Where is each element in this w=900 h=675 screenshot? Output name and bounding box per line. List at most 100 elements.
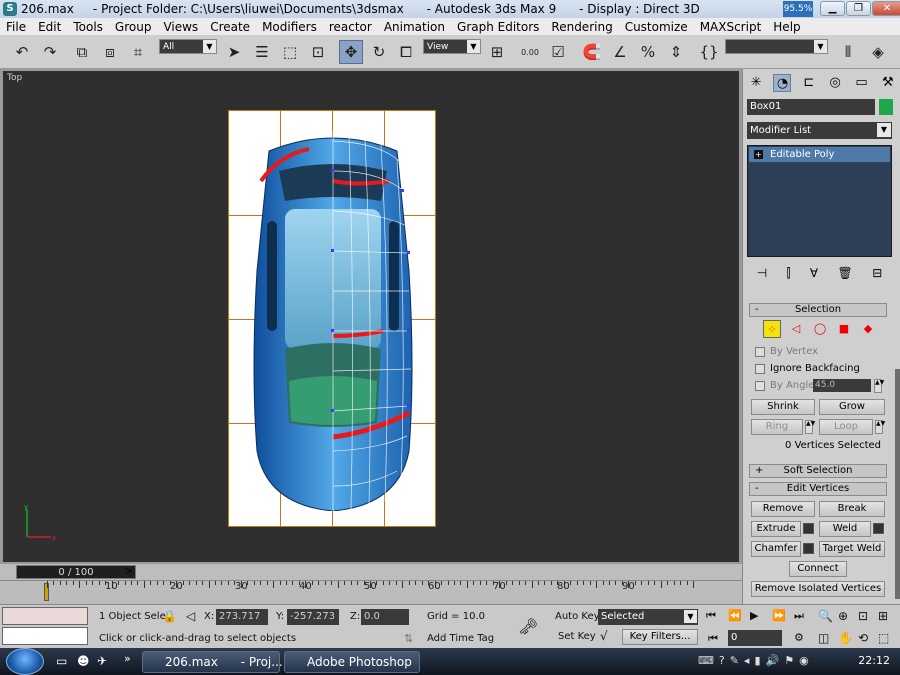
time-slider-handle[interactable]: 0 / 100 xyxy=(16,565,136,579)
next-frame-arrow[interactable]: > xyxy=(122,565,136,579)
reference-coord-dropdown[interactable]: View ▼ xyxy=(423,39,481,54)
modify-tab-icon[interactable]: ◔ xyxy=(773,74,792,92)
pan-icon[interactable]: ✋ xyxy=(838,631,853,645)
shrink-button[interactable]: Shrink xyxy=(751,399,815,415)
time-slider[interactable]: 0 / 100 > xyxy=(0,564,742,580)
expand-icon[interactable]: + xyxy=(754,150,763,159)
menu-group[interactable]: Group xyxy=(109,20,158,34)
make-unique-icon[interactable]: ∀ xyxy=(810,266,818,280)
set-key-button[interactable]: Set Key xyxy=(558,631,596,642)
selection-rollout-header[interactable]: - Selection xyxy=(749,303,887,317)
edge-level-icon[interactable]: ◁ xyxy=(787,320,805,338)
bind-space-warp-icon[interactable]: ⌗ xyxy=(126,40,150,64)
time-config-icon[interactable]: ⚙ xyxy=(794,631,804,644)
menu-help[interactable]: Help xyxy=(767,20,806,34)
snaps-toggle-icon[interactable]: 🧲 xyxy=(580,40,604,64)
menu-graph-editors[interactable]: Graph Editors xyxy=(451,20,545,34)
by-angle-checkbox[interactable]: By Angle: xyxy=(755,380,818,391)
more-quicklaunch-icon[interactable]: » xyxy=(124,652,131,665)
undo-icon[interactable]: ↶ xyxy=(10,40,34,64)
move-icon[interactable]: ✥ xyxy=(339,40,363,64)
clock[interactable]: 22:12 xyxy=(858,654,890,667)
pin-stack-icon[interactable]: ⊣ xyxy=(757,266,767,280)
named-selection-dropdown[interactable]: ▼ xyxy=(725,39,828,54)
show-end-result-icon[interactable]: ⫿ xyxy=(787,266,791,281)
motion-tab-icon[interactable]: ◎ xyxy=(826,74,844,92)
align-icon[interactable]: ◈ xyxy=(866,40,890,64)
maximize-viewport-icon[interactable]: ⬚ xyxy=(878,631,889,645)
menu-file[interactable]: File xyxy=(0,20,32,34)
auto-key-button[interactable]: Auto Key xyxy=(555,611,600,622)
rotate-icon[interactable]: ↻ xyxy=(367,40,391,64)
redo-icon[interactable]: ↷ xyxy=(38,40,62,64)
close-button[interactable]: ✕ xyxy=(872,1,900,16)
menu-create[interactable]: Create xyxy=(204,20,256,34)
element-level-icon[interactable]: ◆ xyxy=(859,320,877,338)
add-time-tag-button[interactable]: Add Time Tag xyxy=(427,633,494,644)
prev-frame-icon[interactable]: ⏪ xyxy=(728,609,742,622)
angle-spinner[interactable]: ▲▼ xyxy=(874,379,884,393)
remove-isolated-vertices-button[interactable]: Remove Isolated Vertices xyxy=(751,581,885,597)
select-manipulate-icon[interactable]: ☑ xyxy=(546,40,570,64)
zoom-icon[interactable]: 🔍 xyxy=(818,609,833,623)
current-frame-field[interactable]: 0 xyxy=(728,630,782,646)
show-desktop-icon[interactable]: ▭ xyxy=(56,654,67,668)
3dsmax-app-icon[interactable]: S xyxy=(3,2,17,16)
minimize-button[interactable]: ▁ xyxy=(820,1,845,16)
zoom-extents-all-icon[interactable]: ⊞ xyxy=(878,609,888,623)
object-color-swatch[interactable] xyxy=(879,99,893,115)
spinner-snap-toggle-icon[interactable]: ⇕ xyxy=(664,40,688,64)
create-tab-icon[interactable]: ✳ xyxy=(747,74,765,92)
menu-reactor[interactable]: reactor xyxy=(323,20,378,34)
menu-rendering[interactable]: Rendering xyxy=(545,20,618,34)
maxscript-listener-mini[interactable] xyxy=(2,607,88,625)
key-icon[interactable]: 🗝 xyxy=(518,617,538,636)
menu-tools[interactable]: Tools xyxy=(67,20,109,34)
break-button[interactable]: Break xyxy=(819,501,885,517)
edit-vertices-rollout-header[interactable]: - Edit Vertices xyxy=(749,482,887,496)
rect-region-icon[interactable]: ⬚ xyxy=(278,40,302,64)
next-frame-icon[interactable]: ⏩ xyxy=(772,609,786,622)
soft-selection-rollout-header[interactable]: + Soft Selection xyxy=(749,464,887,478)
select-icon[interactable]: ➤ xyxy=(222,40,246,64)
menu-animation[interactable]: Animation xyxy=(378,20,451,34)
menu-edit[interactable]: Edit xyxy=(32,20,67,34)
angle-snap-icon[interactable]: ∠ xyxy=(608,40,632,64)
unlink-icon[interactable]: ⧈ xyxy=(98,40,122,64)
configure-modifier-sets-icon[interactable]: ⊟ xyxy=(872,266,882,280)
window-crossing-icon[interactable]: ⊡ xyxy=(306,40,330,64)
weld-settings-button[interactable] xyxy=(873,523,884,534)
weld-button[interactable]: Weld xyxy=(819,521,871,537)
border-level-icon[interactable]: ◯ xyxy=(811,320,829,338)
select-by-name-icon[interactable]: ☰ xyxy=(250,40,274,64)
quicklaunch-browser-icon[interactable]: ✈ xyxy=(97,654,107,668)
viewport-label[interactable]: Top xyxy=(7,73,22,83)
taskbar-item-photoshop[interactable]: Adobe Photoshop xyxy=(284,651,420,673)
taskbar-item-3dsmax[interactable]: 206.max - Proj... xyxy=(142,651,283,673)
extrude-settings-button[interactable] xyxy=(803,523,814,534)
modifier-stack[interactable]: + Editable Poly xyxy=(747,145,892,257)
remove-modifier-icon[interactable]: 🗑 xyxy=(838,266,853,280)
target-weld-button[interactable]: Target Weld xyxy=(819,541,885,557)
start-button[interactable] xyxy=(6,648,44,675)
orbit-icon[interactable]: ⟲ xyxy=(858,631,868,645)
track-bar[interactable]: 10 20 30 40 50 60 70 80 90 xyxy=(0,580,742,604)
scale-icon[interactable]: ⧠ xyxy=(394,40,418,64)
time-tag-icon[interactable]: ⇅ xyxy=(404,632,413,645)
key-mode-dropdown[interactable]: Selected ▼ xyxy=(598,609,698,625)
object-name-field[interactable]: Box01 xyxy=(747,99,875,115)
ignore-backfacing-checkbox[interactable]: Ignore Backfacing xyxy=(755,363,860,374)
menu-customize[interactable]: Customize xyxy=(619,20,694,34)
maximize-button[interactable]: ❐ xyxy=(846,1,871,16)
ring-button[interactable]: Ring xyxy=(751,419,803,435)
utilities-tab-icon[interactable]: ⚒ xyxy=(879,74,897,92)
x-coord-field[interactable]: 273.717 xyxy=(216,609,268,625)
loop-button[interactable]: Loop xyxy=(819,419,873,435)
ring-spinner[interactable]: ▲▼ xyxy=(805,420,815,434)
stack-item-editable-poly[interactable]: + Editable Poly xyxy=(749,147,890,162)
menu-maxscript[interactable]: MAXScript xyxy=(694,20,768,34)
chamfer-settings-button[interactable] xyxy=(803,543,814,554)
goto-start-icon[interactable]: ⏮ xyxy=(706,609,716,623)
absolute-mode-icon[interactable]: ◁ xyxy=(186,609,195,623)
y-coord-field[interactable]: -257.273 xyxy=(287,609,339,625)
